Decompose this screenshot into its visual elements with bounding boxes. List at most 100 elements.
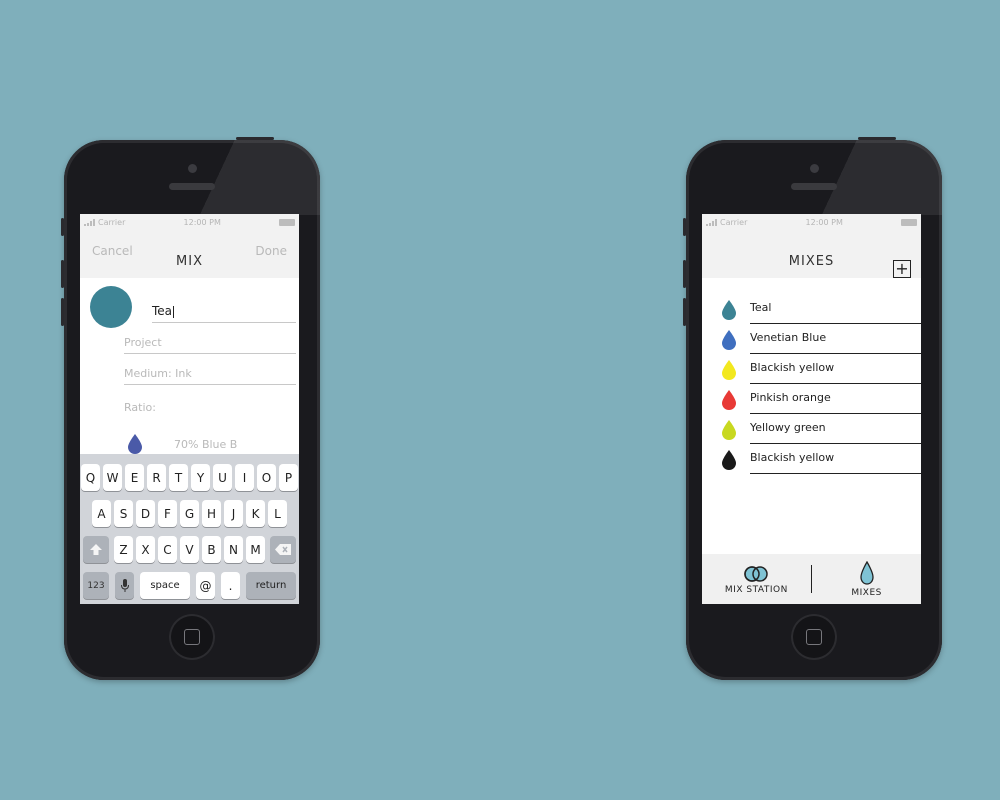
power-button	[858, 137, 896, 140]
done-button[interactable]: Done	[255, 244, 287, 258]
key-s[interactable]: S	[114, 500, 133, 527]
list-item[interactable]: Blackish yellow	[702, 354, 921, 384]
key-c[interactable]: C	[158, 536, 177, 563]
key-l[interactable]: L	[268, 500, 287, 527]
space-key[interactable]: space	[140, 572, 190, 599]
list-item[interactable]: Yellowy green	[702, 414, 921, 444]
medium-input[interactable]: Medium: Ink	[124, 367, 296, 385]
delete-icon	[275, 544, 291, 555]
mix-station-icon	[744, 565, 769, 582]
key-v[interactable]: V	[180, 536, 199, 563]
drop-icon	[128, 434, 142, 454]
color-swatch[interactable]	[90, 286, 132, 328]
earpiece-speaker	[169, 183, 215, 190]
key-b[interactable]: B	[202, 536, 221, 563]
mute-switch	[61, 218, 64, 236]
key-y[interactable]: Y	[191, 464, 210, 491]
shift-key[interactable]	[83, 536, 109, 563]
signal-icon	[84, 218, 95, 226]
battery-icon	[901, 218, 917, 226]
keyboard-row-4: 123 space @ . return	[80, 572, 299, 599]
home-button[interactable]	[169, 614, 215, 660]
mix-name: Venetian Blue	[750, 331, 827, 344]
drop-icon	[722, 390, 736, 414]
ratio-item-label: 70% Blue B	[174, 437, 238, 451]
key-w[interactable]: W	[103, 464, 122, 491]
signal-icon	[706, 218, 717, 226]
tab-bar: MIX STATION MIXES	[702, 554, 921, 604]
drop-icon	[722, 330, 736, 354]
volume-down-button	[61, 298, 64, 326]
mute-switch	[683, 218, 686, 236]
tab-mix-station[interactable]: MIX STATION	[702, 564, 811, 595]
row-divider	[750, 473, 921, 474]
status-time: 12:00 PM	[183, 217, 221, 227]
mix-name-value: Tea	[152, 304, 173, 318]
list-item[interactable]: Teal	[702, 294, 921, 324]
drop-icon	[722, 450, 736, 474]
key-u[interactable]: U	[213, 464, 232, 491]
front-camera	[810, 164, 819, 173]
battery-icon	[279, 218, 295, 226]
list-item[interactable]: Blackish yellow	[702, 444, 921, 474]
key-k[interactable]: K	[246, 500, 265, 527]
tab-mix-station-label: MIX STATION	[724, 584, 788, 595]
status-bar: Carrier 12:00 PM	[702, 214, 921, 230]
drop-icon	[722, 300, 736, 324]
dictation-key[interactable]	[115, 572, 134, 599]
period-key[interactable]: .	[221, 572, 240, 599]
delete-key[interactable]	[270, 536, 296, 563]
keyboard-row-3-letters: ZXCVBNM	[114, 536, 265, 563]
key-f[interactable]: F	[158, 500, 177, 527]
list-item[interactable]: Pinkish orange	[702, 384, 921, 414]
key-x[interactable]: X	[136, 536, 155, 563]
mix-name: Yellowy green	[750, 421, 826, 434]
mix-name: Teal	[750, 301, 772, 314]
key-h[interactable]: H	[202, 500, 221, 527]
status-time: 12:00 PM	[805, 217, 843, 227]
key-m[interactable]: M	[246, 536, 265, 563]
phone-gloss	[792, 140, 942, 215]
list-item[interactable]: Venetian Blue	[702, 324, 921, 354]
mix-name: Pinkish orange	[750, 391, 831, 404]
key-g[interactable]: G	[180, 500, 199, 527]
key-t[interactable]: T	[169, 464, 188, 491]
key-a[interactable]: A	[92, 500, 111, 527]
key-d[interactable]: D	[136, 500, 155, 527]
mix-name: Blackish yellow	[750, 451, 835, 464]
key-i[interactable]: I	[235, 464, 254, 491]
front-camera	[188, 164, 197, 173]
at-key[interactable]: @	[196, 572, 215, 599]
key-e[interactable]: E	[125, 464, 144, 491]
project-input[interactable]: Project	[124, 336, 296, 354]
numbers-key[interactable]: 123	[83, 572, 109, 599]
nav-bar: Cancel MIX Done	[80, 230, 299, 278]
keyboard-row-3: ZXCVBNM	[80, 536, 299, 563]
return-key[interactable]: return	[246, 572, 296, 599]
key-n[interactable]: N	[224, 536, 243, 563]
tab-mixes[interactable]: MIXES	[812, 560, 921, 598]
key-p[interactable]: P	[279, 464, 298, 491]
home-button[interactable]	[791, 614, 837, 660]
key-r[interactable]: R	[147, 464, 166, 491]
volume-down-button	[683, 298, 686, 326]
key-j[interactable]: J	[224, 500, 243, 527]
key-q[interactable]: Q	[81, 464, 100, 491]
keyboard-row-1: QWERTYUIOP	[80, 464, 299, 491]
add-mix-button[interactable]: +	[893, 260, 911, 278]
keyboard-row-2: ASDFGHJKL	[80, 500, 299, 527]
phone-gloss	[170, 140, 320, 215]
mix-name: Blackish yellow	[750, 361, 835, 374]
status-bar: Carrier 12:00 PM	[80, 214, 299, 230]
tab-mixes-label: MIXES	[851, 587, 882, 598]
key-o[interactable]: O	[257, 464, 276, 491]
keyboard: QWERTYUIOP ASDFGHJKL ZXCVBNM 123 space @…	[80, 454, 299, 604]
drop-icon	[722, 420, 736, 444]
ratio-item[interactable]: 70% Blue B	[128, 434, 237, 454]
mix-name-input[interactable]: Tea	[152, 304, 296, 323]
key-z[interactable]: Z	[114, 536, 133, 563]
page-title: MIXES	[788, 254, 835, 269]
carrier-label: Carrier	[98, 217, 126, 227]
mix-editor-screen: Carrier 12:00 PM Cancel MIX Done Tea Pro…	[80, 214, 299, 604]
power-button	[236, 137, 274, 140]
